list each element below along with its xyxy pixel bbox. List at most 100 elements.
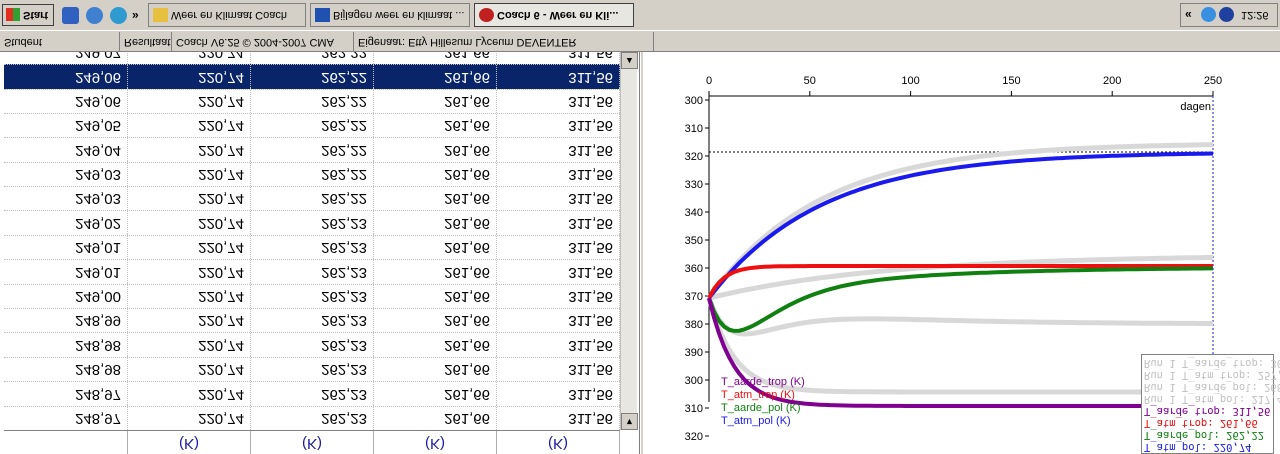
table-cell[interactable]: 220,74 xyxy=(128,138,251,162)
table-cell[interactable]: 249,00 xyxy=(4,284,128,309)
table-cell[interactable]: 261,66 xyxy=(374,187,497,211)
table-cell[interactable]: 261,66 xyxy=(374,284,497,309)
table-row[interactable]: 249,05 220,74 262,22 261,66 311,56 xyxy=(4,112,620,138)
graph-panel[interactable]: 0 50 100 150 200 250 300 310 320 330 340 350 360 370 3… xyxy=(641,52,1280,454)
browser-icon[interactable] xyxy=(86,7,103,24)
table-cell[interactable]: 262,22 xyxy=(251,89,374,113)
table-cell[interactable]: 311,56 xyxy=(497,333,620,357)
table-cell[interactable]: 261,66 xyxy=(374,357,497,382)
table-cell[interactable]: 220,74 xyxy=(128,309,251,333)
table-cell[interactable]: 261,66 xyxy=(374,382,497,406)
table-cell[interactable]: 311,56 xyxy=(497,357,620,382)
table-cell[interactable]: 261,66 xyxy=(374,138,497,162)
table-cell[interactable]: 261,66 xyxy=(374,260,497,284)
table-cell[interactable]: 248,97 xyxy=(4,382,128,406)
table-cell[interactable]: 261,66 xyxy=(374,406,497,430)
table-row[interactable]: 249,02 220,74 262,23 261,66 311,56 xyxy=(4,210,620,235)
table-cell[interactable]: 262,23 xyxy=(251,382,374,406)
table-cell[interactable]: 261,66 xyxy=(374,65,497,89)
table-cell[interactable]: 262,23 xyxy=(251,309,374,333)
table-cell[interactable]: 261,66 xyxy=(374,89,497,113)
table-cell[interactable]: 220,74 xyxy=(128,211,251,235)
table-row[interactable]: 249,03 220,74 262,22 261,66 311,56 xyxy=(4,161,620,187)
table-cell[interactable]: 311,56 xyxy=(497,260,620,284)
table-cell[interactable]: 220,74 xyxy=(128,406,251,430)
tray-chevron-icon[interactable]: « xyxy=(1185,8,1192,22)
table-cell[interactable]: 311,56 xyxy=(497,138,620,162)
table-cell[interactable]: 220,74 xyxy=(128,333,251,357)
table-cell[interactable]: 261,66 xyxy=(374,211,497,235)
table-cell[interactable]: 262,22 xyxy=(251,113,374,138)
table-cell[interactable]: 262,22 xyxy=(251,138,374,162)
table-cell[interactable]: 248,98 xyxy=(4,333,128,357)
column-header[interactable]: (K) xyxy=(128,431,251,454)
table-cell[interactable]: 249,02 xyxy=(4,211,128,235)
column-header[interactable]: (K) xyxy=(497,431,620,454)
table-cell[interactable]: 262,23 xyxy=(251,284,374,309)
table-cell[interactable]: 261,66 xyxy=(374,235,497,260)
table-cell[interactable]: 311,56 xyxy=(497,309,620,333)
table-cell[interactable]: 220,74 xyxy=(128,357,251,382)
scroll-up-button[interactable]: ▲ xyxy=(621,52,638,69)
table-row[interactable]: 249,01 220,74 262,23 261,66 311,56 xyxy=(4,234,620,260)
table-cell[interactable]: 249,06 xyxy=(4,89,128,113)
table-cell[interactable]: 249,01 xyxy=(4,235,128,260)
table-cell[interactable]: 248,97 xyxy=(4,406,128,430)
table-cell[interactable]: 220,74 xyxy=(128,89,251,113)
table-cell[interactable]: 262,23 xyxy=(251,235,374,260)
table-row[interactable]: 249,06 220,74 262,22 261,66 311,56 xyxy=(4,64,620,89)
table-cell[interactable]: 261,66 xyxy=(374,309,497,333)
table-cell[interactable]: 262,23 xyxy=(251,406,374,430)
start-button[interactable]: Start xyxy=(2,4,54,26)
table-cell[interactable]: 248,98 xyxy=(4,357,128,382)
column-header[interactable]: (K) xyxy=(251,431,374,454)
table-cell[interactable]: 220,74 xyxy=(128,162,251,187)
network-icon[interactable] xyxy=(1201,7,1216,22)
table-cell[interactable]: 311,56 xyxy=(497,89,620,113)
vertical-scrollbar[interactable]: ▼ ▲ xyxy=(620,52,638,430)
table-row[interactable]: 249,04 220,74 262,22 261,66 311,56 xyxy=(4,137,620,162)
quick-launch-chevron-icon[interactable]: » xyxy=(132,9,139,23)
table-cell[interactable]: 311,56 xyxy=(497,113,620,138)
table-cell[interactable]: 261,66 xyxy=(374,162,497,187)
table-cell[interactable]: 249,05 xyxy=(4,113,128,138)
table-row[interactable]: 249,00 220,74 262,23 261,66 311,56 xyxy=(4,283,620,309)
table-cell[interactable]: 248,99 xyxy=(4,309,128,333)
task-button-bijlagen[interactable]: Bijlagen weer en klimaat ... xyxy=(310,3,470,27)
table-cell[interactable]: 220,74 xyxy=(128,235,251,260)
internet-explorer-icon[interactable] xyxy=(110,7,127,24)
table-cell[interactable]: 311,56 xyxy=(497,406,620,430)
table-row[interactable]: 248,97 220,74 262,23 261,66 311,56 xyxy=(4,405,620,430)
table-cell[interactable]: 249,03 xyxy=(4,187,128,211)
table-cell[interactable]: 262,22 xyxy=(251,187,374,211)
antivirus-icon[interactable] xyxy=(1219,7,1234,22)
table-cell[interactable]: 311,56 xyxy=(497,211,620,235)
table-cell[interactable]: 311,56 xyxy=(497,284,620,309)
table-cell[interactable]: 220,74 xyxy=(128,260,251,284)
task-button-weer-en-klimaat[interactable]: Weer en Klimaat Coach xyxy=(148,3,306,27)
column-header[interactable] xyxy=(4,431,128,454)
table-cell[interactable]: 249,04 xyxy=(4,138,128,162)
scroll-down-button[interactable]: ▼ xyxy=(621,413,638,430)
table-cell[interactable]: 249,03 xyxy=(4,162,128,187)
table-cell[interactable]: 261,66 xyxy=(374,113,497,138)
table-row[interactable]: 248,99 220,74 262,23 261,66 311,56 xyxy=(4,308,620,333)
table-row[interactable]: 248,98 220,74 262,23 261,66 311,56 xyxy=(4,356,620,382)
table-cell[interactable]: 220,74 xyxy=(128,284,251,309)
table-cell[interactable]: 262,23 xyxy=(251,333,374,357)
table-cell[interactable]: 220,74 xyxy=(128,113,251,138)
column-header[interactable]: (K) xyxy=(374,431,497,454)
task-button-coach6[interactable]: Coach 6 - Weer en Kli... xyxy=(474,3,634,27)
table-cell[interactable]: 262,23 xyxy=(251,260,374,284)
table-cell[interactable]: 262,22 xyxy=(251,65,374,89)
table-cell[interactable]: 262,23 xyxy=(251,357,374,382)
table-row[interactable]: 249,03 220,74 262,22 261,66 311,56 xyxy=(4,186,620,211)
table-row[interactable]: 249,06 220,74 262,22 261,66 311,56 xyxy=(4,88,620,113)
table-row[interactable]: 248,98 220,74 262,23 261,66 311,56 xyxy=(4,332,620,357)
table-cell[interactable]: 262,23 xyxy=(251,211,374,235)
table-cell[interactable]: 311,56 xyxy=(497,187,620,211)
table-row[interactable]: 249,01 220,74 262,23 261,66 311,56 xyxy=(4,259,620,284)
table-cell[interactable]: 311,56 xyxy=(497,382,620,406)
table-row[interactable]: 248,97 220,74 262,23 261,66 311,56 xyxy=(4,381,620,406)
table-cell[interactable]: 311,56 xyxy=(497,162,620,187)
